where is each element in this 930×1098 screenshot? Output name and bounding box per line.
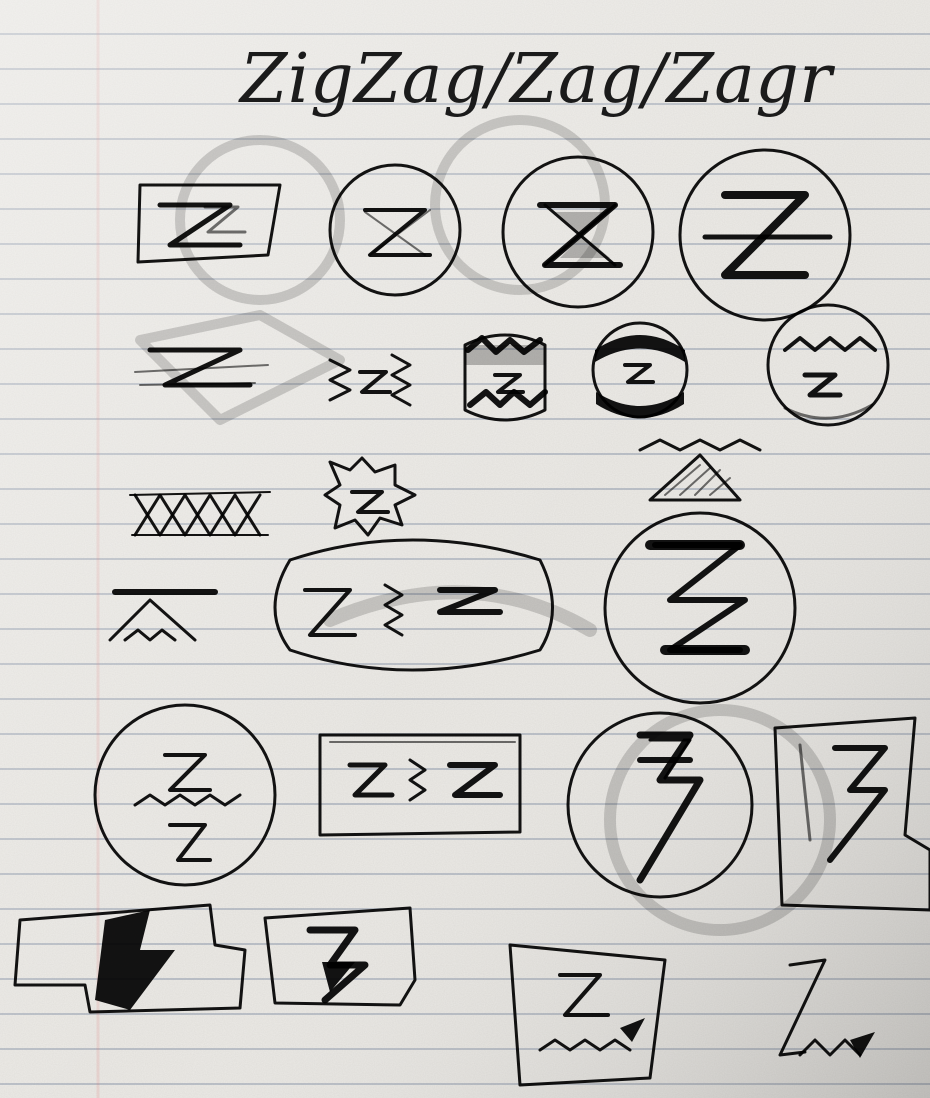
page-title: ZigZag/Zag/Zagr: [238, 40, 835, 119]
sketch-shading: [465, 345, 545, 365]
notebook-page: ZigZag/Zag/Zagr: [0, 0, 930, 1098]
sketch-canvas: ZigZag/Zag/Zagr: [0, 0, 930, 1098]
